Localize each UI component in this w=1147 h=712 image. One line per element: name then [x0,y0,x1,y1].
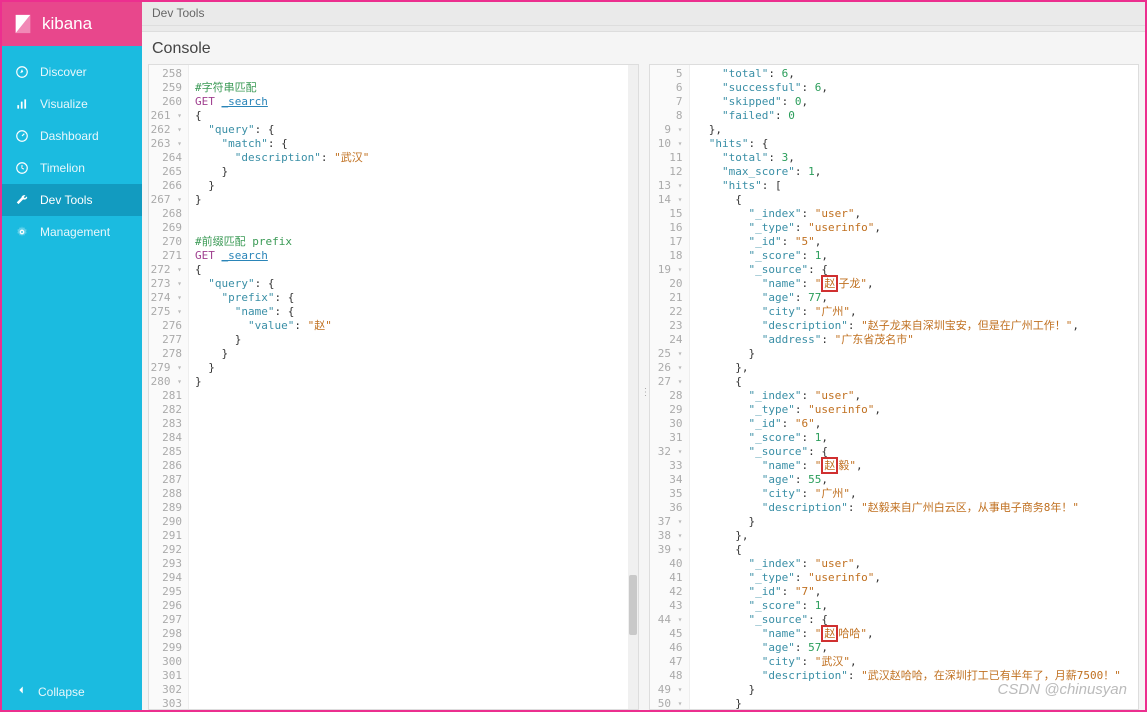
scrollbar[interactable] [628,65,638,709]
chevron-left-icon [14,683,28,700]
scrollbar-thumb[interactable] [629,575,637,635]
brand-logo[interactable]: kibana [2,2,142,46]
request-editor[interactable]: 258259260261 ▾262 ▾263 ▾264265266267 ▾26… [148,64,639,710]
wrench-icon [14,192,30,208]
app-root: kibana Discover Visualize Dashboard Timelio… [0,0,1147,712]
line-gutter: 258259260261 ▾262 ▾263 ▾264265266267 ▾26… [149,65,189,709]
gear-icon [14,224,30,240]
sidebar-item-dashboard[interactable]: Dashboard [2,120,142,152]
response-viewer: 56789 ▾10 ▾111213 ▾14 ▾1516171819 ▾20212… [649,64,1140,710]
pane-splitter[interactable] [639,64,649,710]
clock-icon [14,160,30,176]
gauge-icon [14,128,30,144]
compass-icon [14,64,30,80]
request-code[interactable]: #字符串匹配GET _search{ "query": { "match": {… [189,65,638,709]
collapse-label: Collapse [38,685,85,699]
sidebar-item-management[interactable]: Management [2,216,142,248]
breadcrumb: Dev Tools [142,2,1145,26]
nav: Discover Visualize Dashboard Timelion Dev To… [2,46,142,673]
sidebar-item-dev-tools[interactable]: Dev Tools [2,184,142,216]
sidebar-item-discover[interactable]: Discover [2,56,142,88]
sidebar-item-visualize[interactable]: Visualize [2,88,142,120]
sidebar: kibana Discover Visualize Dashboard Timelio… [2,2,142,710]
sidebar-item-label: Management [40,225,110,239]
page-title: Console [142,32,1145,64]
line-gutter: 56789 ▾10 ▾111213 ▾14 ▾1516171819 ▾20212… [650,65,690,709]
sidebar-item-label: Dev Tools [40,193,92,207]
console-panes: 258259260261 ▾262 ▾263 ▾264265266267 ▾26… [142,64,1145,710]
main: Dev Tools Console 258259260261 ▾262 ▾263… [142,2,1145,710]
sidebar-item-label: Visualize [40,97,88,111]
response-code: "total": 6, "successful": 6, "skipped": … [690,65,1139,709]
bar-chart-icon [14,96,30,112]
sidebar-item-label: Dashboard [40,129,99,143]
collapse-button[interactable]: Collapse [2,673,142,710]
kibana-icon [12,13,34,35]
brand-text: kibana [42,14,92,34]
sidebar-item-label: Timelion [40,161,85,175]
sidebar-item-label: Discover [40,65,87,79]
sidebar-item-timelion[interactable]: Timelion [2,152,142,184]
